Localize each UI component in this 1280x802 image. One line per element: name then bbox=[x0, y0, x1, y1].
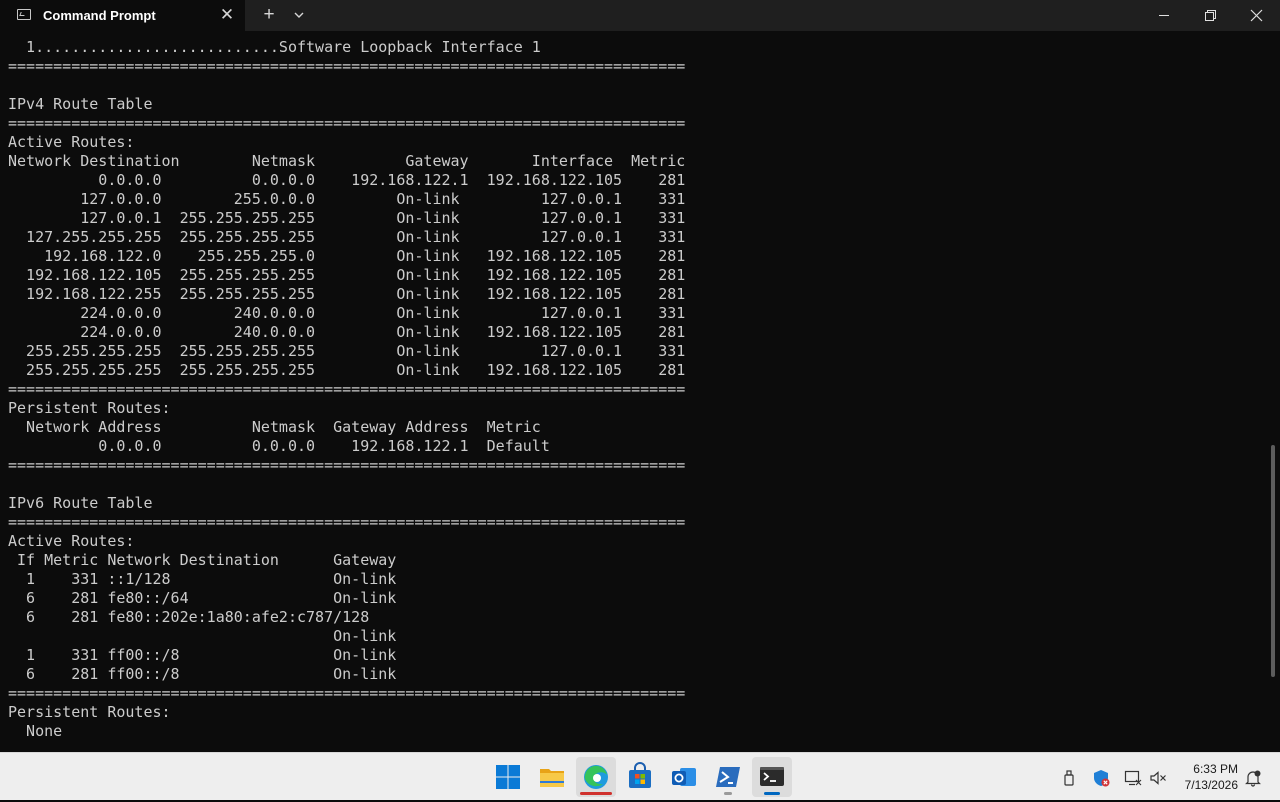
terminal-line: None bbox=[8, 722, 63, 740]
terminal-line: On-link bbox=[8, 627, 397, 645]
volume-muted-icon[interactable] bbox=[1149, 769, 1167, 787]
terminal-line: 0.0.0.0 0.0.0.0 192.168.122.1 Default bbox=[8, 437, 550, 455]
close-tab-icon[interactable]: ✕ bbox=[218, 4, 236, 26]
start-icon bbox=[496, 765, 520, 789]
terminal-line: 1...........................Software Loo… bbox=[8, 38, 541, 56]
terminal-line: 192.168.122.105 255.255.255.255 On-link … bbox=[8, 266, 686, 284]
microsoft-store-icon bbox=[629, 762, 651, 788]
terminal-line: 6 281 fe80::/64 On-link bbox=[8, 589, 397, 607]
clock-date: 7/13/2026 bbox=[1184, 778, 1238, 792]
scrollbar-thumb[interactable] bbox=[1271, 445, 1275, 677]
terminal-icon bbox=[760, 767, 784, 786]
terminal-line: 127.255.255.255 255.255.255.255 On-link … bbox=[8, 228, 686, 246]
edge-indicator bbox=[580, 792, 612, 795]
terminal-line: If Metric Network Destination Gateway bbox=[8, 551, 397, 569]
terminal-output[interactable]: 1...........................Software Loo… bbox=[8, 38, 1270, 752]
terminal-line: ========================================… bbox=[8, 456, 686, 474]
terminal-line: IPv6 Route Table bbox=[8, 494, 153, 512]
terminal-line: Active Routes: bbox=[8, 133, 135, 151]
chevron-down-icon[interactable] bbox=[290, 6, 308, 24]
terminal-line: 0.0.0.0 0.0.0.0 192.168.122.1 192.168.12… bbox=[8, 171, 686, 189]
restore-button[interactable] bbox=[1187, 0, 1233, 31]
powershell-button[interactable] bbox=[708, 757, 748, 797]
powershell-indicator bbox=[724, 792, 732, 795]
microsoft-store-button[interactable] bbox=[620, 757, 660, 797]
terminal-line: ========================================… bbox=[8, 513, 686, 531]
usb-drive-icon[interactable] bbox=[1060, 769, 1078, 787]
terminal-line: ========================================… bbox=[8, 684, 686, 702]
terminal-line: 192.168.122.0 255.255.255.0 On-link 192.… bbox=[8, 247, 686, 265]
outlook-icon bbox=[672, 768, 696, 786]
edge-button[interactable] bbox=[576, 757, 616, 797]
notification-bell-icon[interactable] bbox=[1244, 769, 1262, 787]
start-button[interactable] bbox=[488, 757, 528, 797]
clock-time: 6:33 PM bbox=[1193, 762, 1238, 776]
terminal-indicator bbox=[764, 792, 780, 795]
file-explorer-button[interactable] bbox=[532, 757, 572, 797]
edge-icon bbox=[584, 765, 608, 789]
new-tab-button[interactable]: + bbox=[259, 4, 279, 26]
terminal-line: 255.255.255.255 255.255.255.255 On-link … bbox=[8, 361, 686, 379]
terminal-line: 1 331 ::1/128 On-link bbox=[8, 570, 397, 588]
minimize-button[interactable] bbox=[1141, 0, 1187, 31]
terminal-line: Persistent Routes: bbox=[8, 703, 171, 721]
terminal-line: 224.0.0.0 240.0.0.0 On-link 192.168.122.… bbox=[8, 323, 686, 341]
terminal-line: ========================================… bbox=[8, 57, 686, 75]
terminal-line: 255.255.255.255 255.255.255.255 On-link … bbox=[8, 342, 686, 360]
terminal-line: 6 281 ff00::/8 On-link bbox=[8, 665, 397, 683]
terminal-line: 6 281 fe80::202e:1a80:afe2:c787/128 bbox=[8, 608, 370, 626]
terminal-line: ========================================… bbox=[8, 380, 686, 398]
security-shield-icon[interactable] bbox=[1092, 769, 1110, 787]
close-window-button[interactable] bbox=[1233, 0, 1279, 31]
network-icon[interactable] bbox=[1124, 769, 1142, 787]
tab-command-prompt[interactable]: Command Prompt ✕ bbox=[0, 0, 245, 31]
terminal-line: 224.0.0.0 240.0.0.0 On-link 127.0.0.1 33… bbox=[8, 304, 686, 322]
terminal-button[interactable] bbox=[752, 757, 792, 797]
terminal-line: Active Routes: bbox=[8, 532, 135, 550]
terminal-line: IPv4 Route Table bbox=[8, 95, 153, 113]
terminal-line: Network Destination Netmask Gateway Inte… bbox=[8, 152, 686, 170]
terminal-line: ========================================… bbox=[8, 114, 686, 132]
terminal-line: 1 331 ff00::/8 On-link bbox=[8, 646, 397, 664]
clock[interactable]: 6:33 PM 7/13/2026 bbox=[1170, 761, 1238, 793]
terminal-line: 127.0.0.1 255.255.255.255 On-link 127.0.… bbox=[8, 209, 686, 227]
terminal-line: Persistent Routes: bbox=[8, 399, 171, 417]
command-prompt-icon bbox=[17, 9, 31, 20]
terminal-line: Network Address Netmask Gateway Address … bbox=[8, 418, 541, 436]
powershell-icon bbox=[716, 767, 740, 787]
tab-title: Command Prompt bbox=[43, 8, 156, 23]
file-explorer-icon bbox=[540, 769, 564, 787]
title-bar: Command Prompt ✕ + bbox=[0, 0, 1280, 31]
terminal-line: 127.0.0.0 255.0.0.0 On-link 127.0.0.1 33… bbox=[8, 190, 686, 208]
outlook-button[interactable] bbox=[664, 757, 704, 797]
terminal-line: 192.168.122.255 255.255.255.255 On-link … bbox=[8, 285, 686, 303]
taskbar: 6:33 PM 7/13/2026 bbox=[0, 752, 1280, 800]
